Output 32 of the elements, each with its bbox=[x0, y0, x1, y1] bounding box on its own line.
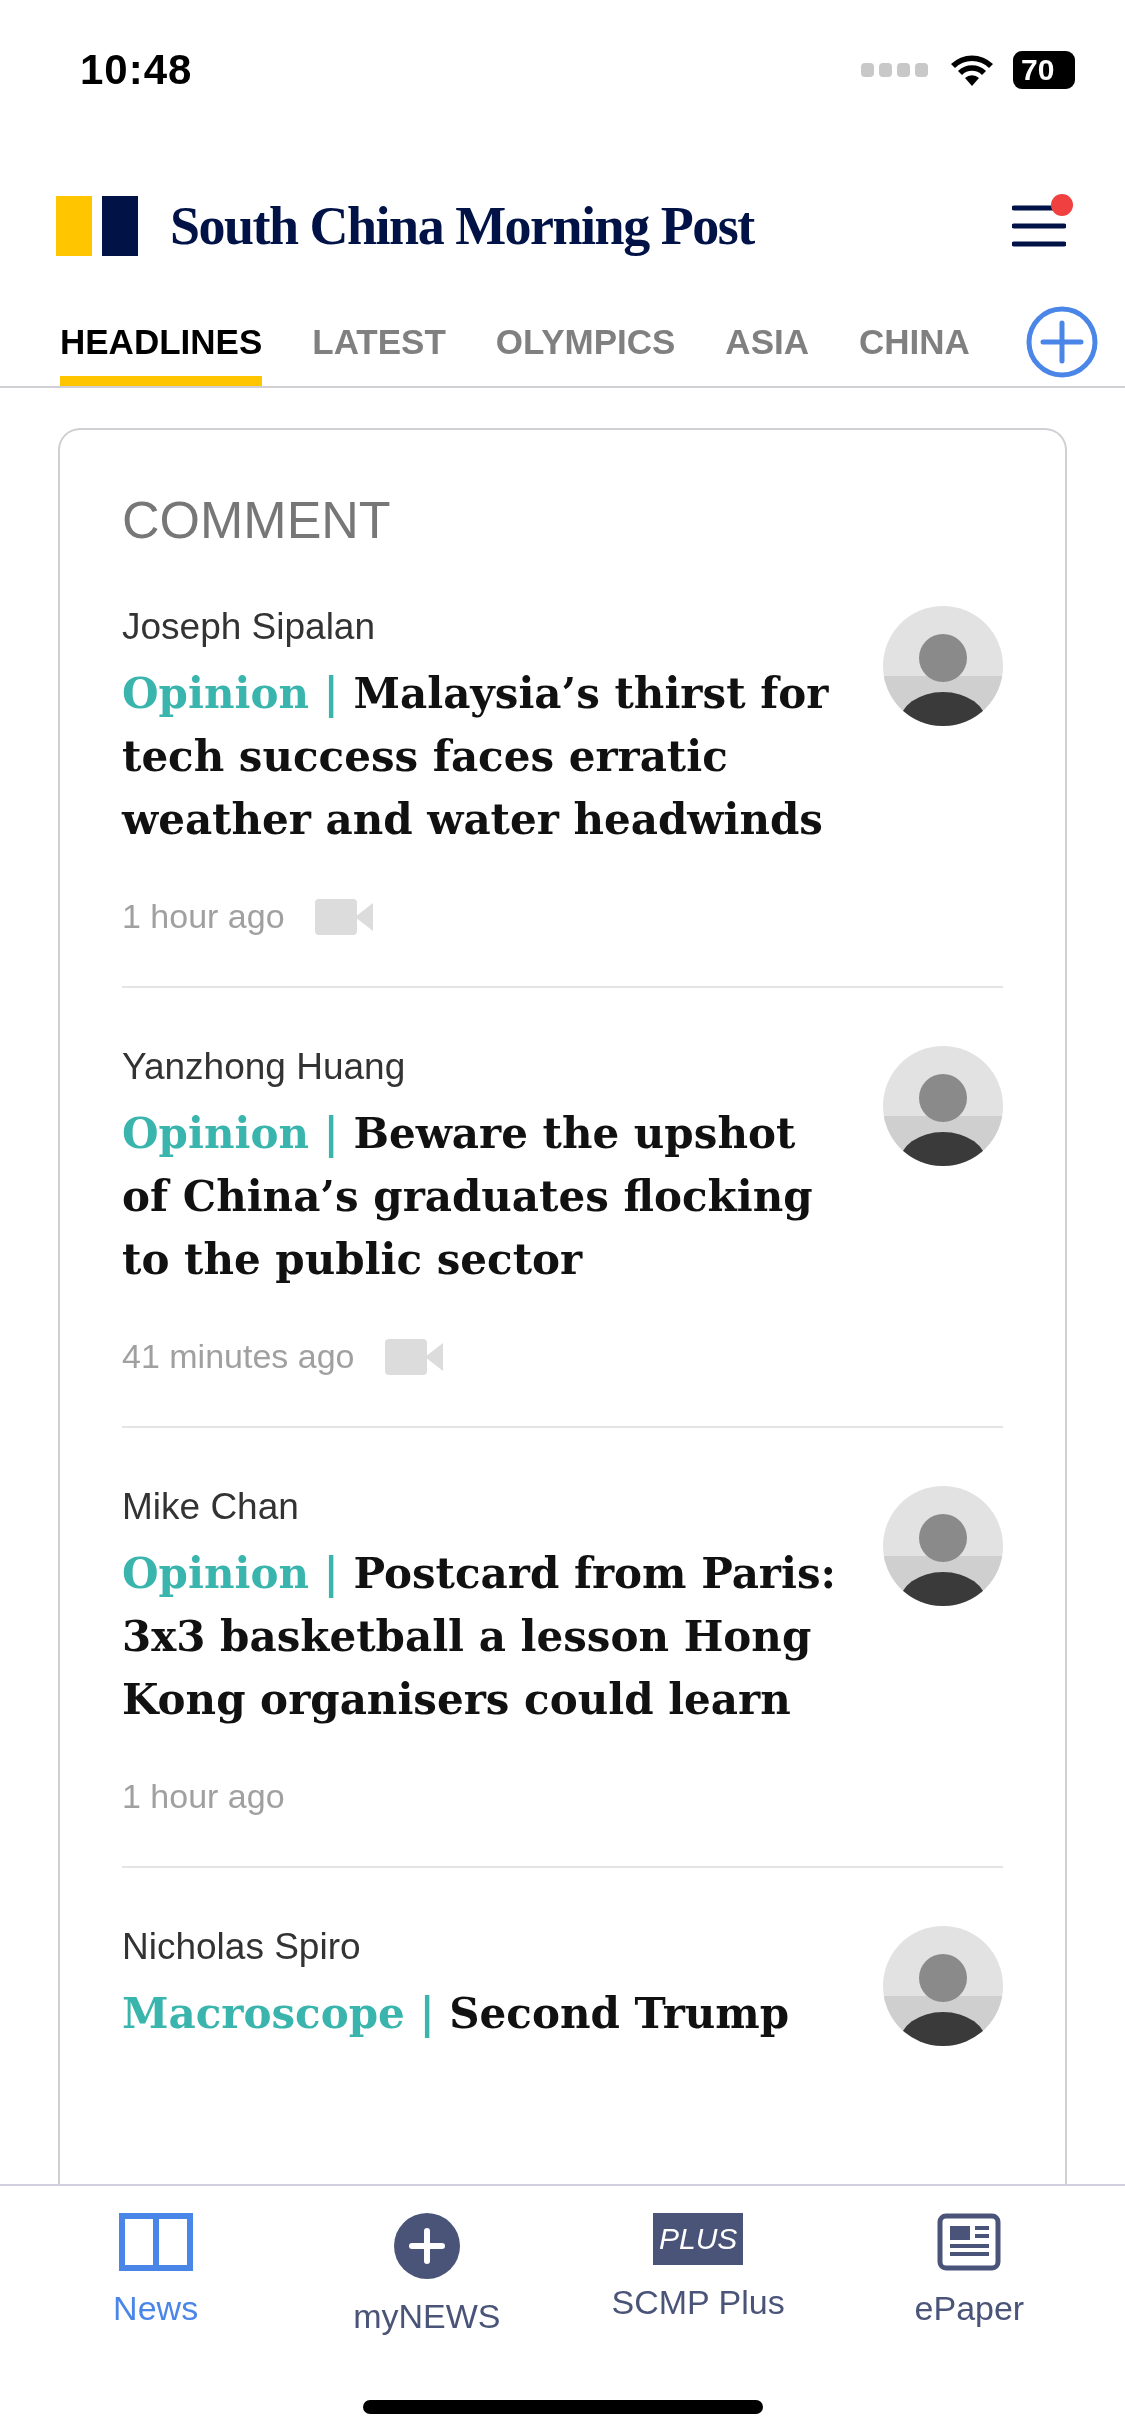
plus-icon bbox=[393, 2213, 460, 2279]
newspaper-icon bbox=[937, 2213, 1002, 2271]
headline-link[interactable]: Opinion | Malaysia’s thirst for tech success faces erratic weather and water headwinds bbox=[122, 662, 853, 851]
tab[interactable]: LATEST bbox=[312, 298, 446, 386]
nav-tab[interactable]: ePaper bbox=[849, 2212, 1090, 2337]
tab[interactable]: OLYMPICS bbox=[495, 298, 676, 386]
tab[interactable]: ASIA bbox=[725, 298, 809, 386]
wifi-icon bbox=[949, 52, 995, 88]
time-ago: 1 hour ago bbox=[122, 897, 285, 936]
nav-tab[interactable]: PLUS SCMP Plus bbox=[578, 2212, 819, 2337]
headline-link[interactable]: Macroscope | Second Trump bbox=[122, 1982, 853, 2045]
tab[interactable]: HEADLINES bbox=[60, 298, 263, 386]
section-title: COMMENT bbox=[122, 490, 392, 550]
plus-badge: PLUS bbox=[652, 2213, 744, 2265]
signal-icon bbox=[861, 63, 931, 77]
author-name: Joseph Sipalan bbox=[122, 606, 377, 648]
time-ago: 1 hour ago bbox=[122, 1777, 285, 1816]
add-tab-button[interactable] bbox=[1025, 305, 1099, 379]
book-icon bbox=[118, 2213, 193, 2271]
tab[interactable]: CHINA bbox=[859, 298, 970, 386]
nav-tab[interactable]: News bbox=[35, 2212, 276, 2337]
nav-tab[interactable]: myNEWS bbox=[306, 2212, 547, 2337]
battery-level: 70 bbox=[1013, 51, 1075, 89]
logo-icon bbox=[56, 196, 138, 256]
author-name: Nicholas Spiro bbox=[122, 1926, 362, 1968]
brand-title: South China Morning Post bbox=[170, 195, 754, 257]
headline-link[interactable]: Opinion | Beware the upshot of China’s graduates flocking to the public sector bbox=[122, 1102, 853, 1291]
time-ago: 41 minutes ago bbox=[122, 1337, 355, 1376]
author-name: Mike Chan bbox=[122, 1486, 300, 1528]
author-name: Yanzhong Huang bbox=[122, 1046, 407, 1088]
headline-link[interactable]: Opinion | Postcard from Paris: 3x3 basketball a lesson Hong Kong organisers could learn bbox=[122, 1542, 853, 1731]
status-time: 10:48 bbox=[80, 46, 193, 94]
